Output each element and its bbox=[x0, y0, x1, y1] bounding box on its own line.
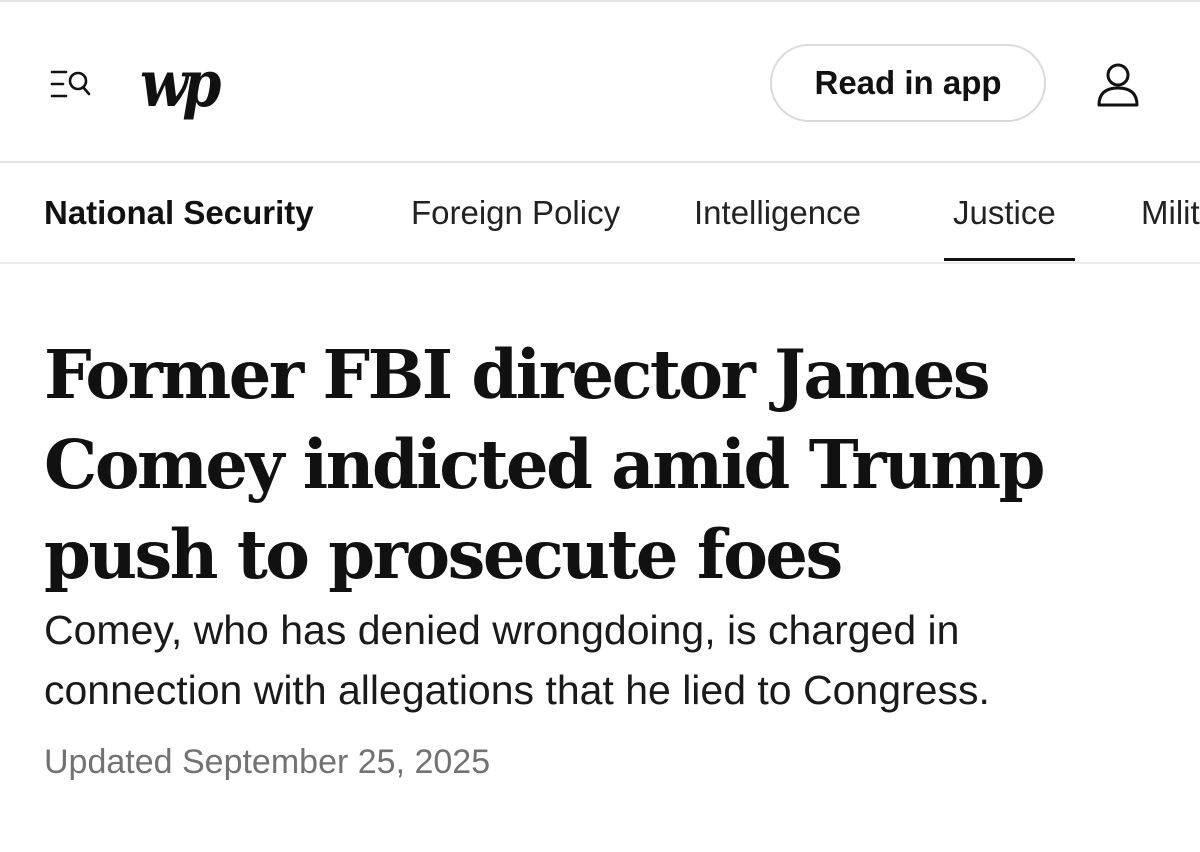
subnav-item-military[interactable]: Milit bbox=[1141, 193, 1200, 233]
washington-post-logo[interactable]: wp bbox=[140, 38, 230, 130]
article-timestamp: Updated September 25, 2025 bbox=[44, 743, 491, 781]
subnav-item-intelligence[interactable]: Intelligence bbox=[694, 193, 861, 233]
active-tab-indicator bbox=[944, 258, 1075, 261]
article-dek: Comey, who has denied wrongdoing, is cha… bbox=[44, 607, 990, 713]
read-in-app-button[interactable]: Read in app bbox=[770, 44, 1046, 122]
menu-search-icon[interactable] bbox=[50, 66, 94, 102]
section-nav: National Security Foreign Policy Intelli… bbox=[0, 163, 1200, 263]
section-title[interactable]: National Security bbox=[44, 193, 314, 233]
subnav-divider bbox=[0, 262, 1200, 264]
subnav-item-foreign-policy[interactable]: Foreign Policy bbox=[411, 193, 620, 233]
site-header: wp Read in app bbox=[0, 2, 1200, 162]
subnav-item-justice[interactable]: Justice bbox=[953, 193, 1056, 233]
article-headline: Former FBI director James Comey indicted… bbox=[44, 335, 1045, 594]
user-icon[interactable] bbox=[1094, 62, 1142, 108]
